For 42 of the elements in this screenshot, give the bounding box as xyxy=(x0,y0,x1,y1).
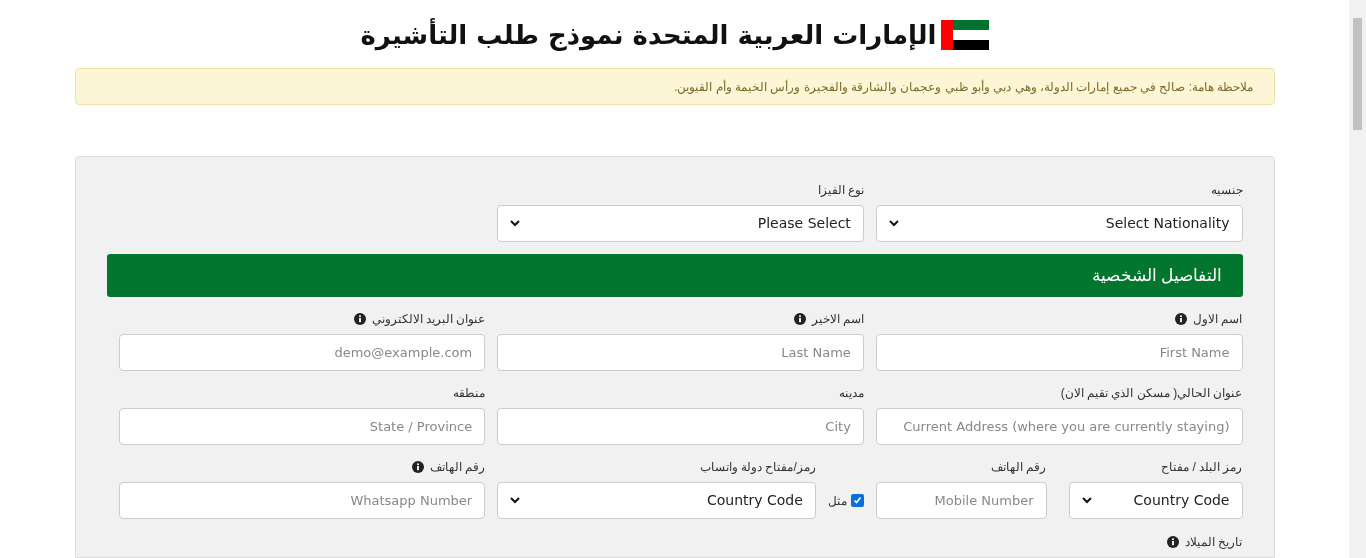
select-field[interactable]: Country Code xyxy=(1068,482,1243,519)
field-label: رقم الهاتف xyxy=(991,459,1047,476)
field-label: جنسيه xyxy=(1210,182,1243,199)
chevron-down-icon xyxy=(888,220,899,227)
select-field[interactable]: Country Code xyxy=(497,482,816,519)
field-label: نوع الفيزا xyxy=(817,182,864,199)
field-label: اسم الاخير xyxy=(811,311,864,328)
input-field[interactable]: City xyxy=(497,408,864,445)
input-field[interactable]: Last Name xyxy=(497,334,864,371)
input-field[interactable]: First Name xyxy=(875,334,1243,371)
info-icon xyxy=(793,313,806,325)
flag-icon xyxy=(940,20,989,50)
input-field[interactable]: State / Province xyxy=(118,408,486,445)
scrollbar[interactable] xyxy=(1349,0,1366,558)
info-icon xyxy=(353,313,366,325)
page-title: الإمارات العربية المتحدة نموذج طلب التأشيرة xyxy=(360,17,937,53)
chevron-down-icon xyxy=(510,220,521,227)
checkmark-icon xyxy=(852,496,862,505)
checkbox-label: مثل xyxy=(827,492,847,510)
field-label: عنوان البريد الالكتروني xyxy=(371,311,486,328)
input-field[interactable]: Current Address (where you are currently staying) xyxy=(875,408,1243,445)
select-field[interactable]: Please Select xyxy=(497,205,864,242)
info-icon xyxy=(1175,313,1188,325)
input-field[interactable]: Mobile Number xyxy=(875,482,1047,519)
info-icon xyxy=(411,461,424,473)
notice-banner: ملاحظة هامة: صالح في جميع إمارات الدولة، وهي دبي وأبو ظبي وعجمان والشارقة والفجيرة ورأس الخيمة وأم القيوين. xyxy=(74,68,1275,105)
input-field[interactable]: Whatsapp Number xyxy=(118,482,486,519)
select-field[interactable]: Select Nationality xyxy=(875,205,1243,242)
info-icon xyxy=(1167,536,1180,548)
field-label: تاريخ الميلاد xyxy=(1185,534,1243,551)
field-label: رقم الهاتف xyxy=(429,459,486,476)
section-header: التفاصيل الشخصية xyxy=(106,254,1243,297)
field-label: اسم الاول xyxy=(1193,311,1243,328)
field-label: رمز/مفتاح دولة واتساب xyxy=(699,459,816,476)
field-label: رمز البلد / مفتاح xyxy=(1161,459,1243,476)
field-label: مدينه xyxy=(838,385,864,402)
chevron-down-icon xyxy=(1081,497,1092,504)
chevron-down-icon xyxy=(510,497,521,504)
checkbox[interactable] xyxy=(850,494,864,507)
field-label: منطقه xyxy=(453,385,486,402)
input-field[interactable]: demo@example.com xyxy=(118,334,486,371)
field-label: عنوان الحالي( مسكن الذي تقيم الان) xyxy=(1060,385,1243,402)
